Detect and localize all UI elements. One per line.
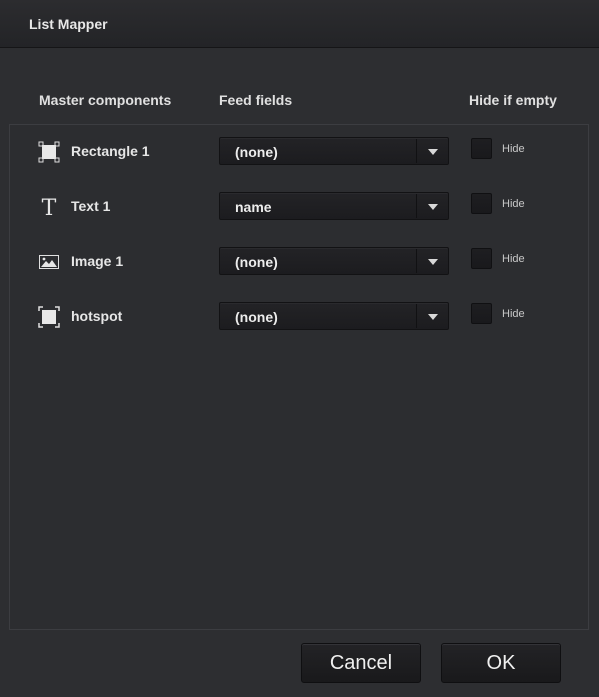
title-bar[interactable]: List Mapper [0, 0, 599, 48]
image-icon [38, 251, 60, 273]
mapping-row: Rectangle 1 (none) Hide [0, 137, 599, 167]
feed-field-select[interactable]: name [219, 192, 449, 220]
feed-field-value: (none) [235, 144, 278, 160]
feed-field-value: name [235, 199, 272, 215]
feed-field-select[interactable]: (none) [219, 302, 449, 330]
list-mapper-dialog: List Mapper Master components Feed field… [0, 0, 599, 697]
hide-checkbox-label[interactable]: Hide [502, 143, 525, 155]
chevron-down-icon[interactable] [428, 204, 438, 210]
component-label: hotspot [71, 308, 123, 324]
mapping-row: hotspot (none) Hide [0, 302, 599, 332]
chevron-down-icon[interactable] [428, 259, 438, 265]
select-divider [416, 139, 417, 163]
hide-checkbox-label[interactable]: Hide [502, 308, 525, 320]
hotspot-icon [38, 306, 60, 328]
column-header-master-components: Master components [39, 92, 172, 108]
ok-button[interactable]: OK [441, 643, 561, 683]
cancel-button[interactable]: Cancel [301, 643, 421, 683]
hide-if-empty-checkbox[interactable] [471, 138, 492, 159]
svg-text:T: T [42, 196, 57, 218]
rectangle-icon [38, 141, 60, 163]
hide-if-empty-checkbox[interactable] [471, 303, 492, 324]
mapping-row: Image 1 (none) Hide [0, 247, 599, 277]
component-label: Image 1 [71, 253, 124, 269]
hide-checkbox-label[interactable]: Hide [502, 198, 525, 210]
hide-checkbox-label[interactable]: Hide [502, 253, 525, 265]
chevron-down-icon[interactable] [428, 149, 438, 155]
component-label: Text 1 [71, 198, 111, 214]
feed-field-select[interactable]: (none) [219, 247, 449, 275]
chevron-down-icon[interactable] [428, 314, 438, 320]
dialog-title: List Mapper [29, 16, 108, 32]
hide-if-empty-checkbox[interactable] [471, 248, 492, 269]
feed-field-value: (none) [235, 309, 278, 325]
select-divider [416, 249, 417, 273]
select-divider [416, 304, 417, 328]
select-divider [416, 194, 417, 218]
column-header-feed-fields: Feed fields [219, 92, 293, 108]
mapping-row: T Text 1 name Hide [0, 192, 599, 222]
component-label: Rectangle 1 [71, 143, 150, 159]
column-header-hide-if-empty: Hide if empty [469, 92, 557, 108]
feed-field-select[interactable]: (none) [219, 137, 449, 165]
feed-field-value: (none) [235, 254, 278, 270]
text-icon: T [38, 196, 60, 221]
hide-if-empty-checkbox[interactable] [471, 193, 492, 214]
